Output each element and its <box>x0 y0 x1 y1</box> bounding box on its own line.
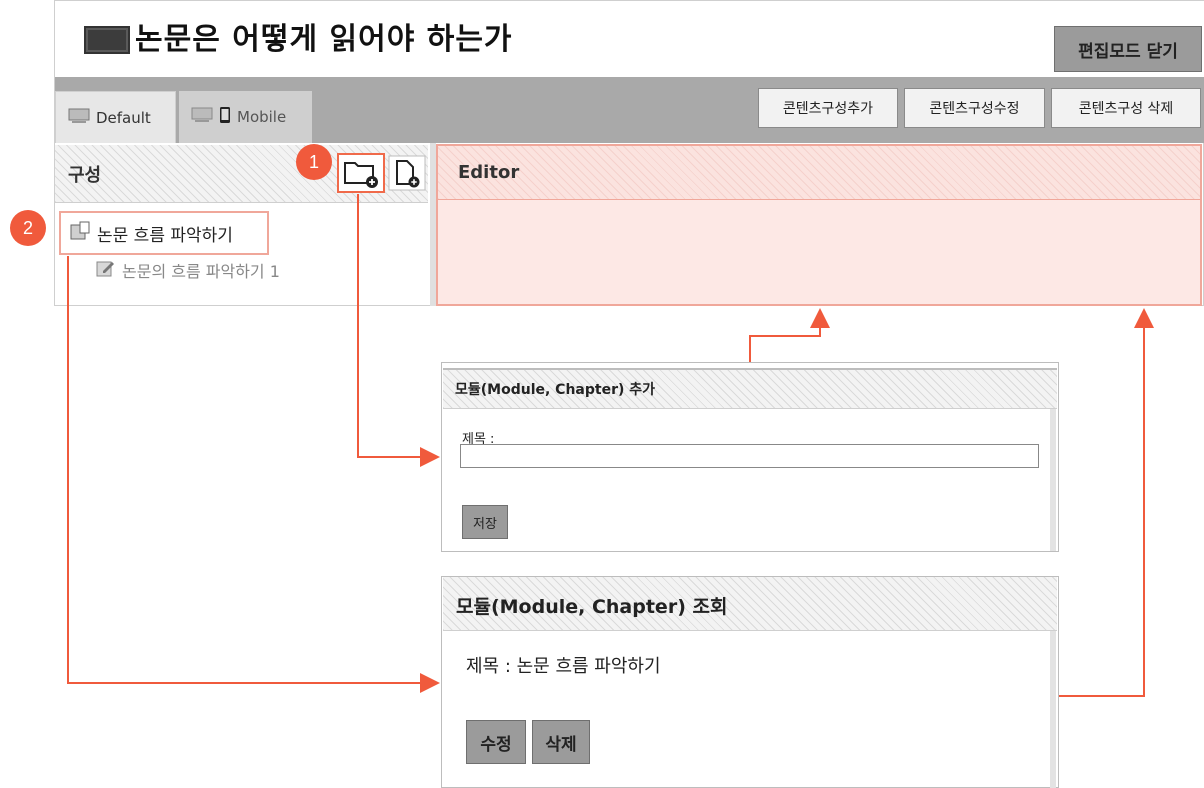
arrow-module-to-view-dialog <box>67 256 440 693</box>
callout-arrows <box>67 194 1154 697</box>
arrow-view-dialog-to-editor <box>1059 308 1154 697</box>
arrow-add-dialog-to-editor <box>749 308 830 362</box>
arrow-folder-to-add-dialog <box>357 194 440 467</box>
